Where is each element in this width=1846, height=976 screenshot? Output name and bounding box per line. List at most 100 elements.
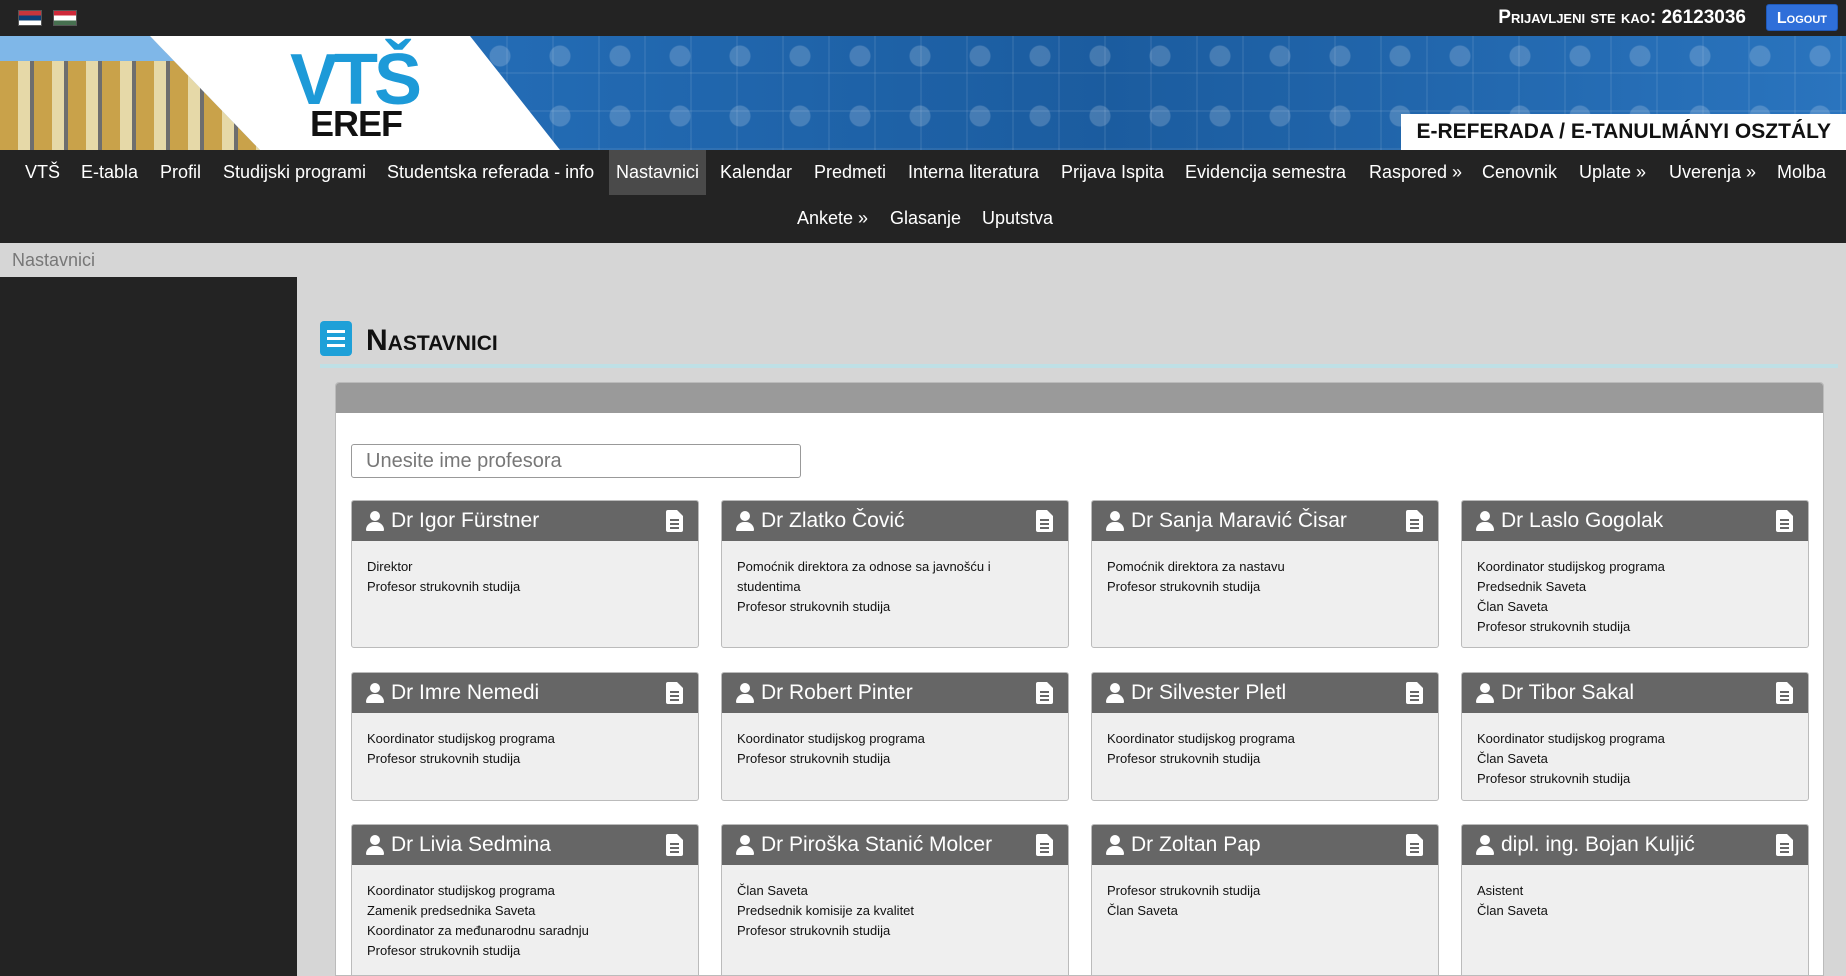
document-icon[interactable]: [1036, 682, 1053, 704]
document-icon[interactable]: [1776, 510, 1793, 532]
nav-item-raspored[interactable]: Raspored »: [1362, 150, 1469, 195]
nav-item-predmeti[interactable]: Predmeti: [807, 150, 893, 195]
nav-item-nastavnici[interactable]: Nastavnici: [609, 150, 707, 195]
teacher-name: Dr Tibor Sakal: [1501, 681, 1635, 704]
book-icon: [320, 321, 352, 356]
document-icon[interactable]: [666, 834, 683, 856]
nav-item-studijski-programi[interactable]: Studijski programi: [216, 150, 373, 195]
teacher-roles: Koordinator studijskog programa Član Sav…: [1462, 713, 1808, 800]
teacher-search-input[interactable]: [351, 444, 801, 478]
teacher-roles: Koordinator studijskog programa Profesor…: [352, 713, 698, 781]
user-icon: [1106, 511, 1124, 531]
teacher-name: Dr Sanja Maravić Čisar: [1131, 509, 1347, 532]
teacher-role: Predsednik Saveta: [1477, 579, 1587, 594]
login-status: Prijavljeni ste kao: 26123036: [1498, 7, 1746, 29]
nav-item-evidencija-semestra[interactable]: Evidencija semestra: [1178, 150, 1353, 195]
teacher-role: Direktor: [367, 559, 413, 574]
teacher-role: Koordinator za međunarodnu saradnju: [367, 923, 589, 938]
teacher-card: Dr Silvester Pletl Koordinator studijsko…: [1091, 672, 1439, 801]
teacher-name: Dr Robert Pinter: [761, 681, 913, 704]
document-icon[interactable]: [1406, 682, 1423, 704]
nav-item-uputstva[interactable]: Uputstva: [975, 196, 1060, 241]
user-icon: [366, 683, 384, 703]
user-icon: [1476, 835, 1494, 855]
teacher-roles: Koordinator studijskog programa Profesor…: [722, 713, 1068, 781]
nav-item-cenovnik[interactable]: Cenovnik: [1475, 150, 1564, 195]
teacher-roles: Direktor Profesor strukovnih studija: [352, 541, 698, 609]
logo-eref-text: EREF: [310, 103, 403, 144]
document-icon[interactable]: [1406, 510, 1423, 532]
teacher-role: Koordinator studijskog programa: [1477, 559, 1665, 574]
teacher-role: Profesor strukovnih studija: [737, 923, 891, 938]
teacher-name: Dr Igor Fürstner: [391, 509, 540, 532]
logout-button[interactable]: Logout: [1765, 4, 1838, 31]
teacher-name: Dr Piroška Stanić Molcer: [761, 833, 993, 856]
teacher-roles: Profesor strukovnih studija Član Saveta: [1092, 865, 1438, 933]
teacher-role: Član Saveta: [1477, 903, 1548, 918]
document-icon[interactable]: [1776, 682, 1793, 704]
teacher-role: Član Saveta: [1477, 751, 1548, 766]
teacher-roles: Član Saveta Predsednik komisije za kvali…: [722, 865, 1068, 953]
document-icon[interactable]: [1776, 834, 1793, 856]
teacher-role: Profesor strukovnih studija: [737, 751, 891, 766]
teacher-card: Dr Livia Sedmina Koordinator studijskog …: [351, 824, 699, 975]
user-icon: [1106, 683, 1124, 703]
hungarian-flag-icon[interactable]: [53, 10, 77, 26]
user-icon: [736, 683, 754, 703]
nav-item-interna-literatura[interactable]: Interna literatura: [901, 150, 1046, 195]
teacher-card-header: Dr Zlatko Čović: [722, 501, 1068, 541]
nav-item-kalendar[interactable]: Kalendar: [713, 150, 799, 195]
teacher-role: Član Saveta: [737, 883, 808, 898]
teacher-roles: Pomoćnik direktora za nastavu Profesor s…: [1092, 541, 1438, 609]
teacher-role: Profesor strukovnih studija: [1477, 771, 1631, 786]
teacher-card: Dr Igor Fürstner Direktor Profesor struk…: [351, 500, 699, 648]
header-banner: VTŠ EREF E-REFERADA / E-TANULMÁNYI OSZTÁ…: [0, 36, 1846, 150]
teacher-roles: Koordinator studijskog programa Predsedn…: [1462, 541, 1808, 647]
nav-item-studentska-referada[interactable]: Studentska referada - info: [380, 150, 601, 195]
user-icon: [1476, 511, 1494, 531]
breadcrumb: Nastavnici: [0, 243, 1846, 277]
nav-item-molba[interactable]: Molba: [1770, 150, 1833, 195]
document-icon[interactable]: [666, 682, 683, 704]
nav-item-prijava-ispita[interactable]: Prijava Ispita: [1054, 150, 1171, 195]
teacher-card-header: dipl. ing. Bojan Kuljić: [1462, 825, 1808, 865]
teacher-role: Koordinator studijskog programa: [367, 731, 555, 746]
teacher-card: Dr Robert Pinter Koordinator studijskog …: [721, 672, 1069, 801]
sidebar: [0, 277, 297, 976]
document-icon[interactable]: [1036, 510, 1053, 532]
teacher-role: Član Saveta: [1477, 599, 1548, 614]
site-logo[interactable]: VTŠ EREF: [290, 44, 430, 144]
teacher-role: Zamenik predsednika Saveta: [367, 903, 536, 918]
nav-item-e-tabla[interactable]: E-tabla: [74, 150, 145, 195]
teacher-role: Koordinator studijskog programa: [1477, 731, 1665, 746]
teacher-role: Član Saveta: [1107, 903, 1178, 918]
nav-item-uplate[interactable]: Uplate »: [1572, 150, 1653, 195]
teacher-card: Dr Tibor Sakal Koordinator studijskog pr…: [1461, 672, 1809, 801]
document-icon[interactable]: [1036, 834, 1053, 856]
banner-label: E-REFERADA / E-TANULMÁNYI OSZTÁLY: [1401, 114, 1846, 150]
nav-item-uverenja[interactable]: Uverenja »: [1662, 150, 1763, 195]
teacher-card: Dr Laslo Gogolak Koordinator studijskog …: [1461, 500, 1809, 648]
teacher-roles: Koordinator studijskog programa Zamenik …: [352, 865, 698, 973]
teacher-roles: Asistent Član Saveta: [1462, 865, 1808, 933]
teacher-role: Pomoćnik direktora za nastavu: [1107, 559, 1285, 574]
teacher-role: Predsednik komisije za kvalitet: [737, 903, 915, 918]
serbian-flag-icon[interactable]: [18, 10, 42, 26]
teacher-name: Dr Zlatko Čović: [761, 509, 905, 532]
teacher-card-header: Dr Livia Sedmina: [352, 825, 698, 865]
teacher-card: Dr Zlatko Čović Pomoćnik direktora za od…: [721, 500, 1069, 648]
document-icon[interactable]: [666, 510, 683, 532]
nav-item-profil[interactable]: Profil: [153, 150, 208, 195]
nav-item-ankete[interactable]: Ankete »: [790, 196, 875, 241]
nav-item-glasanje[interactable]: Glasanje: [883, 196, 968, 241]
teacher-roles: Pomoćnik direktora za odnose sa javnošću…: [722, 541, 1068, 629]
teacher-role: Asistent: [1477, 883, 1524, 898]
teacher-name: Dr Silvester Pletl: [1131, 681, 1287, 704]
teacher-role: Koordinator studijskog programa: [737, 731, 925, 746]
teacher-card-header: Dr Igor Fürstner: [352, 501, 698, 541]
teacher-role: Profesor strukovnih studija: [367, 579, 521, 594]
nav-item-vts[interactable]: VTŠ: [18, 150, 67, 195]
document-icon[interactable]: [1406, 834, 1423, 856]
teacher-card: Dr Zoltan Pap Profesor strukovnih studij…: [1091, 824, 1439, 975]
teacher-card: dipl. ing. Bojan Kuljić Asistent Član Sa…: [1461, 824, 1809, 975]
